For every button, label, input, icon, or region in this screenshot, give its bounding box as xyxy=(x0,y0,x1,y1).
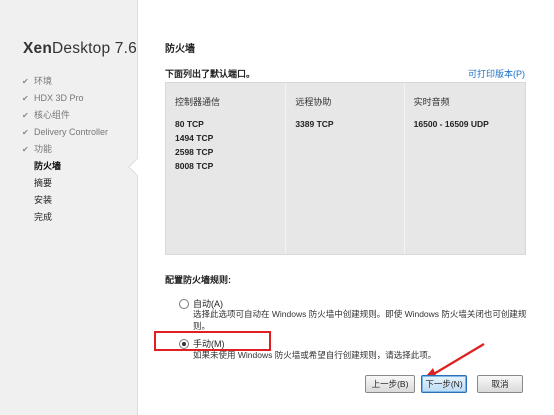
checkmark-icon: ✔ xyxy=(22,94,29,103)
manual-description: 如果未使用 Windows 防火墙或希望自行创建规则，请选择此项。 xyxy=(193,350,437,360)
auto-radio[interactable] xyxy=(179,298,189,309)
sidebar-step-label: 环境 xyxy=(34,76,53,86)
default-ports-label: 下面列出了默认端口。 xyxy=(165,69,256,79)
sidebar-step-label: 功能 xyxy=(34,144,53,154)
sidebar-step: ✔ Delivery Controller xyxy=(22,124,108,141)
port-value: 16500 - 16509 UDP xyxy=(413,119,489,129)
port-value: 2598 TCP xyxy=(175,147,214,157)
sidebar-step-label: Delivery Controller xyxy=(34,127,109,137)
sidebar-step-label: 防火墙 xyxy=(34,161,62,171)
wizard-steps: ✔ 环境 ✔ HDX 3D Pro ✔ 核心组件 ✔ Delivery Controller ✔… xyxy=(22,73,108,226)
port-value: 80 TCP xyxy=(175,119,204,129)
sidebar-step: ✔ HDX 3D Pro xyxy=(22,90,108,107)
firewall-rules-label: 配置防火墙规则: xyxy=(165,275,231,285)
main-panel: 防火墙 下面列出了默认端口。 可打印版本(P) 控制器通信 80 TCP 149… xyxy=(139,0,554,415)
port-value: 8008 TCP xyxy=(175,161,214,171)
sidebar-step-label: 完成 xyxy=(34,212,53,222)
cancel-button[interactable]: 取消 xyxy=(477,375,523,393)
checkmark-icon: ✔ xyxy=(22,111,29,120)
column-header: 远程协助 xyxy=(295,97,332,107)
sidebar-step-label: 核心组件 xyxy=(34,110,71,120)
printable-version-link[interactable]: 可打印版本(P) xyxy=(468,67,525,80)
sidebar-step: 防火墙 xyxy=(22,158,108,175)
port-value: 3389 TCP xyxy=(295,119,334,129)
checkmark-icon: ✔ xyxy=(22,145,29,154)
sidebar: XenDesktop 7.6 ✔ 环境 ✔ HDX 3D Pro ✔ 核心组件 ✔ Deliv… xyxy=(0,0,148,415)
page-title: 防火墙 xyxy=(165,44,195,55)
ports-column-realtime-audio: 实时音频 16500 - 16509 UDP xyxy=(403,83,525,254)
sidebar-step: ✔ 功能 xyxy=(22,141,108,158)
column-header: 控制器通信 xyxy=(175,97,221,107)
sidebar-step: ✔ 环境 xyxy=(22,73,108,90)
sidebar-step-label: HDX 3D Pro xyxy=(34,93,84,103)
ports-column-remote-assistance: 远程协助 3389 TCP xyxy=(285,83,403,254)
sidebar-step-label: 摘要 xyxy=(34,178,53,188)
next-button[interactable]: 下一步(N) xyxy=(421,375,467,393)
back-button[interactable]: 上一步(B) xyxy=(365,375,415,393)
port-value: 1494 TCP xyxy=(175,133,214,143)
ports-column-controller: 控制器通信 80 TCP 1494 TCP 2598 TCP 8008 TCP xyxy=(166,83,285,254)
sidebar-step-label: 安装 xyxy=(34,195,53,205)
manual-radio[interactable] xyxy=(179,338,189,349)
auto-description: 选择此选项可自动在 Windows 防火墙中创建规则。即使 Windows 防火… xyxy=(193,309,527,331)
ports-table: 控制器通信 80 TCP 1494 TCP 2598 TCP 8008 TCP … xyxy=(165,82,526,255)
product-logo: XenDesktop 7.6 xyxy=(23,40,137,57)
sidebar-step: 摘要 xyxy=(22,175,108,192)
checkmark-icon: ✔ xyxy=(22,128,29,137)
sidebar-step: 完成 xyxy=(22,209,108,226)
sidebar-step: 安装 xyxy=(22,192,108,209)
checkmark-icon: ✔ xyxy=(22,77,29,86)
column-header: 实时音频 xyxy=(413,97,450,107)
sidebar-step: ✔ 核心组件 xyxy=(22,107,108,124)
